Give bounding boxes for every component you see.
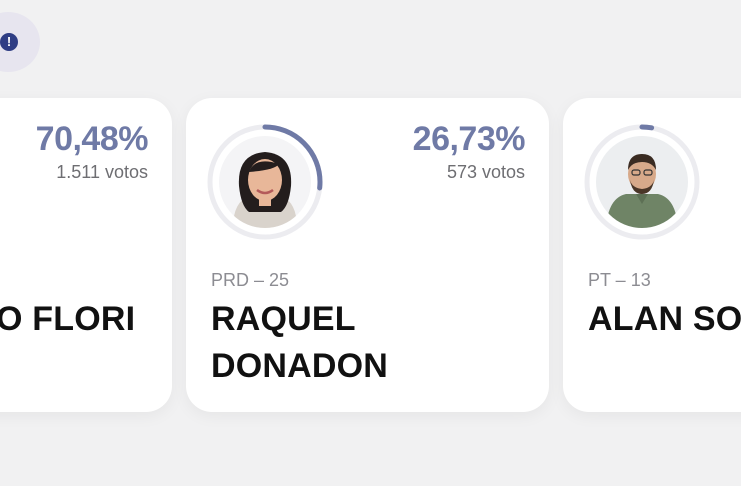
results-page: ! 70,48% 1.511 votos O FLORI 26,73% 573 … <box>0 0 741 486</box>
vote-percentage: 26,73% <box>412 120 526 158</box>
candidate-name: ALAN SOU <box>588 296 741 343</box>
candidate-card[interactable]: 26,73% 573 votos PRD – 25 RAQUEL DONADON <box>186 98 549 412</box>
exclamation-icon: ! <box>0 33 18 51</box>
candidate-name: O FLORI <box>0 296 135 343</box>
avatar <box>596 136 688 228</box>
info-button[interactable]: ! <box>0 12 40 72</box>
party-number: PT – 13 <box>588 270 651 290</box>
candidate-name-line: RAQUEL <box>211 300 356 338</box>
vote-count: 1.511 votos <box>56 162 148 182</box>
avatar-progress <box>205 122 325 242</box>
avatar <box>219 136 311 228</box>
candidate-name-line: DONADON <box>211 347 389 385</box>
candidate-card[interactable]: PT – 13 ALAN SOU <box>563 98 741 412</box>
party-number: PRD – 25 <box>211 270 290 290</box>
candidate-name-line: ALAN SOU <box>588 300 741 338</box>
avatar-progress <box>582 122 702 242</box>
vote-percentage: 70,48% <box>35 120 149 158</box>
candidate-name: RAQUEL DONADON <box>211 296 388 390</box>
candidate-card[interactable]: 70,48% 1.511 votos O FLORI <box>0 98 172 412</box>
vote-count: 573 votos <box>446 162 525 182</box>
candidate-name-line: O FLORI <box>0 300 136 338</box>
